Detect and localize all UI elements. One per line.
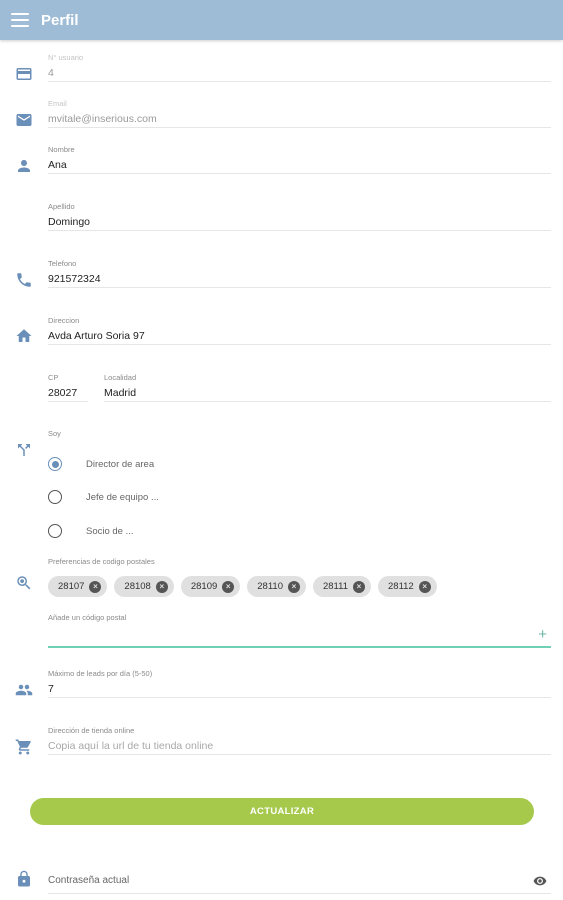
- home-icon: [14, 326, 34, 346]
- leads-label: Máximo de leads por día (5-50): [48, 669, 153, 678]
- nombre-label: Nombre: [48, 145, 75, 154]
- direccion-label: Direccion: [48, 316, 80, 325]
- postal-code-chips: 28107 × 28108 × 28109 × 28110 × 28111 × 28112…: [48, 576, 437, 597]
- cp-value: 28027: [48, 384, 88, 402]
- cp-label: CP: [48, 373, 59, 382]
- chip-label: 28110: [257, 581, 283, 592]
- card-icon: [14, 64, 34, 84]
- fork-icon: [14, 440, 34, 460]
- apellido-value: Domingo: [48, 213, 551, 231]
- remove-chip-icon[interactable]: ×: [418, 580, 431, 593]
- postal-chip[interactable]: 28107 ×: [48, 576, 108, 597]
- email-label: Email: [48, 99, 67, 108]
- cart-icon: [14, 737, 34, 757]
- localidad-field[interactable]: Localidad Madrid: [104, 372, 551, 402]
- page-title: Perfil: [41, 11, 79, 29]
- preferencias-field: Preferencias de codigo postales: [48, 556, 551, 568]
- app-bar: Perfil: [0, 0, 563, 40]
- eye-icon[interactable]: [533, 874, 547, 888]
- postal-chip[interactable]: 28108 ×: [114, 576, 174, 597]
- remove-chip-icon[interactable]: ×: [155, 580, 168, 593]
- chip-label: 28108: [124, 581, 151, 592]
- person-icon: [14, 156, 34, 176]
- profile-form: N° usuario 4 Email mvitale@inserious.com…: [0, 40, 563, 900]
- remove-chip-icon[interactable]: ×: [353, 580, 365, 593]
- radio-option-jefe[interactable]: Jefe de equipo ...: [48, 490, 159, 504]
- direccion-value: Avda Arturo Soria 97: [48, 327, 551, 345]
- user-id-value: 4: [48, 64, 551, 82]
- current-password-field[interactable]: Contraseña actual: [48, 872, 551, 894]
- nombre-value: Ana: [48, 156, 551, 174]
- apellido-field[interactable]: Apellido Domingo: [48, 201, 551, 231]
- cp-field[interactable]: CP 28027: [48, 372, 88, 402]
- chip-label: 28111: [322, 581, 348, 592]
- update-button[interactable]: ACTUALIZAR: [30, 798, 534, 825]
- radio-button[interactable]: [48, 490, 62, 504]
- telefono-label: Telefono: [48, 259, 77, 268]
- chip-label: 28107: [58, 581, 85, 592]
- postal-chip[interactable]: 28109 ×: [180, 576, 241, 597]
- tienda-placeholder: Copia aquí la url de tu tienda online: [48, 737, 551, 755]
- localidad-label: Localidad: [104, 373, 137, 382]
- email-field[interactable]: Email mvitale@inserious.com: [48, 98, 551, 128]
- nombre-field[interactable]: Nombre Ana: [48, 144, 551, 174]
- apellido-label: Apellido: [48, 202, 75, 211]
- telefono-field[interactable]: Telefono 921572324: [48, 258, 551, 288]
- user-id-field[interactable]: N° usuario 4: [48, 52, 551, 82]
- localidad-value: Madrid: [104, 384, 551, 402]
- email-value: mvitale@inserious.com: [48, 110, 551, 128]
- radio-button[interactable]: [48, 524, 62, 538]
- search-location-icon: [14, 573, 34, 593]
- direccion-field[interactable]: Direccion Avda Arturo Soria 97: [48, 315, 551, 345]
- menu-icon[interactable]: [11, 13, 29, 27]
- phone-icon: [14, 270, 34, 290]
- soy-field: Soy: [48, 428, 551, 440]
- preferencias-label: Preferencias de codigo postales: [48, 557, 155, 566]
- radio-option-socio[interactable]: Socio de ...: [48, 524, 134, 538]
- telefono-value: 921572324: [48, 270, 551, 288]
- radio-button[interactable]: [48, 457, 62, 471]
- tienda-label: Dirección de tienda online: [48, 726, 135, 735]
- current-password-placeholder: Contraseña actual: [48, 875, 130, 886]
- radio-label: Socio de ...: [86, 525, 134, 537]
- remove-chip-icon[interactable]: ×: [222, 580, 235, 593]
- postal-chip[interactable]: 28111 ×: [312, 576, 371, 597]
- radio-label: Jefe de equipo ...: [86, 491, 159, 503]
- radio-label: Director de area: [86, 458, 155, 470]
- postal-chip[interactable]: 28110 ×: [247, 576, 306, 597]
- add-postal-code-input[interactable]: Añade un código postal +: [48, 612, 551, 648]
- leads-value: 7: [48, 680, 551, 698]
- postal-chip[interactable]: 28112 ×: [378, 576, 437, 597]
- remove-chip-icon[interactable]: ×: [287, 580, 300, 593]
- radio-option-director[interactable]: Director de area: [48, 457, 154, 471]
- leads-field[interactable]: Máximo de leads por día (5-50) 7: [48, 668, 551, 698]
- remove-chip-icon[interactable]: ×: [89, 580, 102, 593]
- tienda-field[interactable]: Dirección de tienda online Copia aquí la…: [48, 725, 551, 755]
- add-icon[interactable]: +: [538, 627, 547, 642]
- add-postal-code-label: Añade un código postal: [48, 613, 127, 622]
- group-icon: [14, 680, 34, 700]
- email-icon: [14, 110, 34, 130]
- chip-label: 28112: [388, 581, 414, 592]
- lock-icon: [14, 869, 34, 889]
- add-postal-code-line[interactable]: +: [48, 624, 551, 648]
- soy-label: Soy: [48, 429, 61, 438]
- user-id-label: N° usuario: [48, 53, 84, 62]
- chip-label: 28109: [190, 581, 218, 592]
